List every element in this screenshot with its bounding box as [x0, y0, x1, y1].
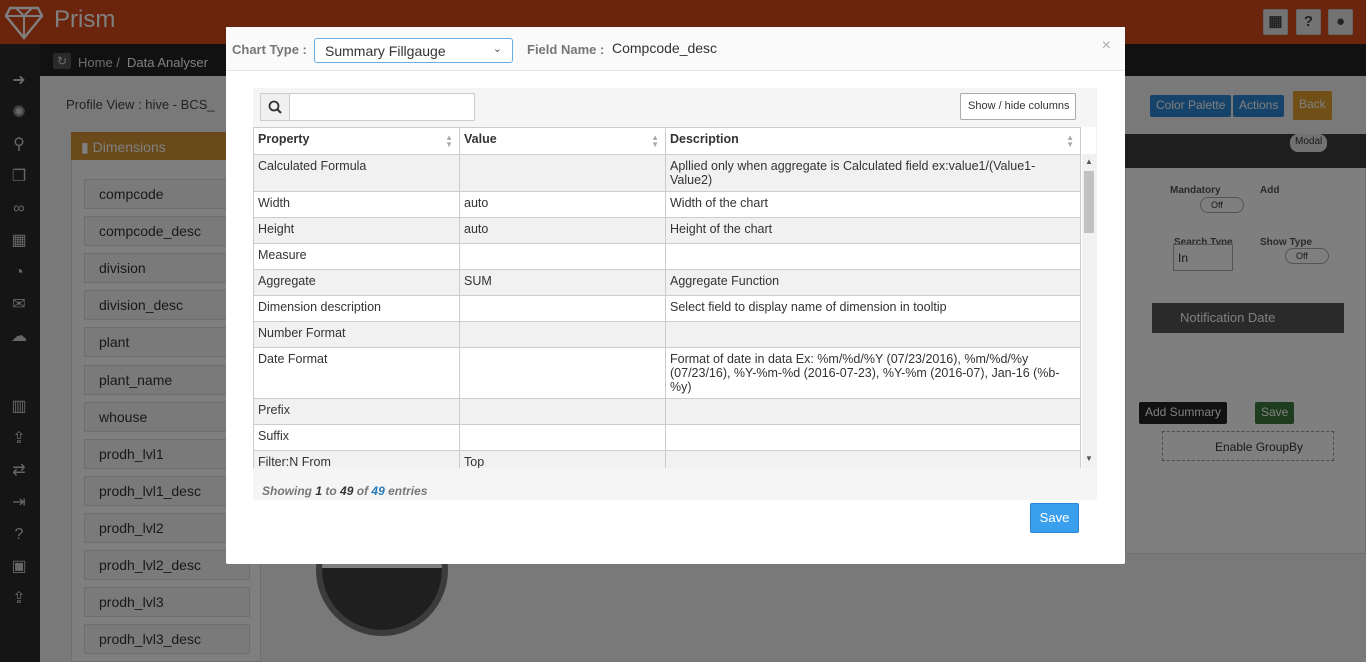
cell-value[interactable] — [459, 424, 666, 451]
properties-table: Property ▲ ▼ Value ▲ ▼ Description ▲ ▼ Calcula… — [253, 127, 1096, 468]
table-body: Calculated Formula Apllied only when aggr… — [253, 154, 1081, 468]
cell-value[interactable]: SUM — [459, 269, 666, 296]
column-header-property[interactable]: Property ▲ ▼ — [253, 127, 460, 155]
cell-property: Width — [253, 191, 460, 218]
column-header-property-label: Property — [258, 132, 310, 146]
info-prefix: Showing — [262, 484, 312, 498]
cell-property: Aggregate — [253, 269, 460, 296]
info-suffix: entries — [388, 484, 428, 498]
cell-value[interactable]: auto — [459, 217, 666, 244]
info-to: 49 — [340, 484, 354, 498]
cell-description: Aggregate Function — [665, 269, 1081, 296]
table-row[interactable]: Number Format — [253, 321, 1081, 348]
column-header-description-label: Description — [670, 132, 739, 146]
table-search-input[interactable] — [291, 94, 474, 120]
table-row[interactable]: Width auto Width of the chart — [253, 191, 1081, 218]
cell-description: Select field to display name of dimensio… — [665, 295, 1081, 322]
cell-description: Apllied only when aggregate is Calculate… — [665, 154, 1081, 192]
table-row[interactable]: Height auto Height of the chart — [253, 217, 1081, 244]
cell-value[interactable] — [459, 154, 666, 192]
sort-icon: ▲ ▼ — [651, 133, 659, 149]
table-header-row: Property ▲ ▼ Value ▲ ▼ Description ▲ ▼ — [253, 127, 1081, 155]
cell-description — [665, 321, 1081, 348]
cell-property: Number Format — [253, 321, 460, 348]
table-row[interactable]: Dimension description Select field to dis… — [253, 295, 1081, 322]
field-name-value: Compcode_desc — [612, 40, 718, 56]
table-row[interactable]: Suffix — [253, 424, 1081, 451]
table-search — [260, 93, 475, 121]
table-info: Showing 1 to 49 of 49 entries — [262, 484, 427, 498]
table-row[interactable]: Measure — [253, 243, 1081, 270]
chart-type-label: Chart Type : — [232, 42, 307, 57]
cell-property: Dimension description — [253, 295, 460, 322]
table-row[interactable]: Aggregate SUM Aggregate Function — [253, 269, 1081, 296]
table-scrollbar[interactable]: ▲ ▼ — [1082, 154, 1096, 468]
cell-description — [665, 243, 1081, 270]
chart-type-value: Summary Fillgauge — [325, 43, 446, 59]
cell-value[interactable] — [459, 321, 666, 348]
cell-description — [665, 398, 1081, 425]
cell-description — [665, 450, 1081, 468]
column-header-value[interactable]: Value ▲ ▼ — [459, 127, 666, 155]
sort-icon: ▲ ▼ — [445, 133, 453, 149]
show-hide-columns-button[interactable]: Show / hide columns — [960, 93, 1076, 120]
cell-property: Prefix — [253, 398, 460, 425]
info-to-word: to — [325, 484, 337, 498]
cell-property: Filter:N From — [253, 450, 460, 468]
scroll-down-icon[interactable]: ▼ — [1085, 454, 1093, 463]
close-icon[interactable]: × — [1102, 37, 1111, 55]
cell-description: Height of the chart — [665, 217, 1081, 244]
chart-type-select[interactable]: Summary Fillgauge ⌄ — [314, 38, 513, 63]
info-total: 49 — [371, 484, 385, 498]
cell-property: Measure — [253, 243, 460, 270]
cell-property: Calculated Formula — [253, 154, 460, 192]
cell-value[interactable] — [459, 243, 666, 270]
cell-value[interactable] — [459, 347, 666, 399]
cell-description: Format of date in data Ex: %m/%d/%Y (07/… — [665, 347, 1081, 399]
cell-value[interactable] — [459, 295, 666, 322]
table-row[interactable]: Calculated Formula Apllied only when aggr… — [253, 154, 1081, 192]
cell-value[interactable] — [459, 398, 666, 425]
properties-table-container: Show / hide columns Property ▲ ▼ Value ▲ ▼ D… — [253, 88, 1097, 500]
cell-value[interactable]: Top — [459, 450, 666, 468]
chart-properties-modal: Chart Type : Summary Fillgauge ⌄ Field N… — [226, 27, 1125, 564]
table-row[interactable]: Date Format Format of date in data Ex: %m… — [253, 347, 1081, 399]
search-icon — [261, 94, 290, 120]
column-header-value-label: Value — [464, 132, 497, 146]
cell-property: Date Format — [253, 347, 460, 399]
modal-header: Chart Type : Summary Fillgauge ⌄ Field N… — [226, 27, 1125, 71]
cell-description — [665, 424, 1081, 451]
info-from: 1 — [315, 484, 323, 498]
cell-property: Height — [253, 217, 460, 244]
sort-icon: ▲ ▼ — [1066, 133, 1074, 149]
field-name-label: Field Name : — [527, 42, 605, 57]
scroll-up-icon[interactable]: ▲ — [1085, 157, 1093, 166]
chevron-down-icon: ⌄ — [492, 43, 502, 55]
save-button[interactable]: Save — [1030, 503, 1079, 533]
cell-description: Width of the chart — [665, 191, 1081, 218]
info-of-word: of — [356, 484, 369, 498]
cell-value[interactable]: auto — [459, 191, 666, 218]
cell-property: Suffix — [253, 424, 460, 451]
column-header-description[interactable]: Description ▲ ▼ — [665, 127, 1081, 155]
table-row[interactable]: Filter:N From Top — [253, 450, 1081, 468]
table-row[interactable]: Prefix — [253, 398, 1081, 425]
scroll-thumb[interactable] — [1084, 171, 1094, 233]
